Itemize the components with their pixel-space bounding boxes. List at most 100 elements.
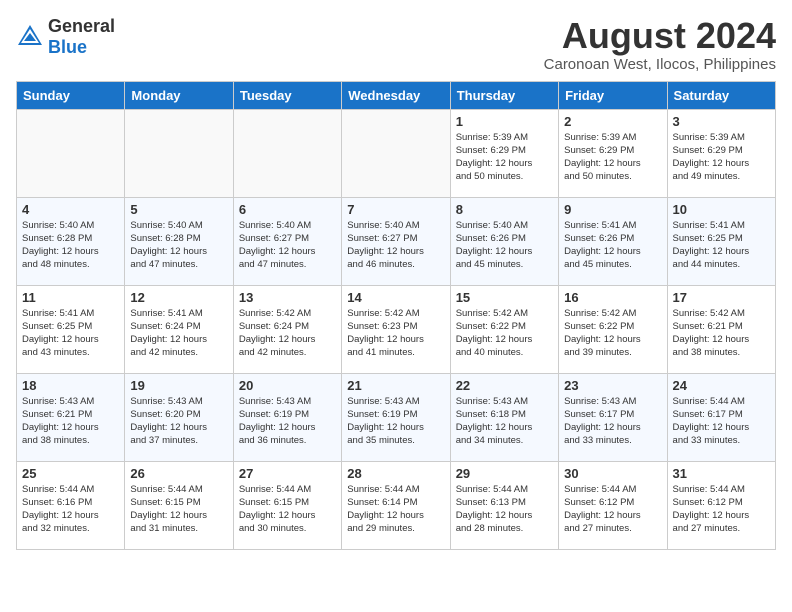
day-info: Sunrise: 5:42 AM Sunset: 6:22 PM Dayligh…: [564, 307, 661, 360]
day-info: Sunrise: 5:44 AM Sunset: 6:14 PM Dayligh…: [347, 483, 444, 536]
day-info: Sunrise: 5:44 AM Sunset: 6:17 PM Dayligh…: [673, 395, 770, 448]
day-info: Sunrise: 5:41 AM Sunset: 6:25 PM Dayligh…: [22, 307, 119, 360]
calendar-table: SundayMondayTuesdayWednesdayThursdayFrid…: [16, 81, 776, 550]
month-year-title: August 2024: [544, 16, 776, 56]
day-number: 15: [456, 290, 553, 305]
calendar-cell: 14 Sunrise: 5:42 AM Sunset: 6:23 PM Dayli…: [342, 285, 450, 373]
calendar-cell: 12 Sunrise: 5:41 AM Sunset: 6:24 PM Dayli…: [125, 285, 233, 373]
day-number: 9: [564, 202, 661, 217]
day-number: 8: [456, 202, 553, 217]
logo-icon: [16, 23, 44, 51]
day-number: 23: [564, 378, 661, 393]
calendar-cell: 18Sunrise: 5:43 AM Sunset: 6:21 PM Dayli…: [17, 373, 125, 461]
day-number: 4: [22, 202, 119, 217]
day-number: 13: [239, 290, 336, 305]
day-info: Sunrise: 5:43 AM Sunset: 6:18 PM Dayligh…: [456, 395, 553, 448]
weekday-header-wednesday: Wednesday: [342, 81, 450, 109]
day-info: Sunrise: 5:40 AM Sunset: 6:26 PM Dayligh…: [456, 219, 553, 272]
day-number: 25: [22, 466, 119, 481]
day-number: 20: [239, 378, 336, 393]
day-number: 12: [130, 290, 227, 305]
calendar-cell: 10 Sunrise: 5:41 AM Sunset: 6:25 PM Dayli…: [667, 197, 775, 285]
day-info: Sunrise: 5:43 AM Sunset: 6:19 PM Dayligh…: [239, 395, 336, 448]
day-number: 6: [239, 202, 336, 217]
day-info: Sunrise: 5:41 AM Sunset: 6:24 PM Dayligh…: [130, 307, 227, 360]
day-info: Sunrise: 5:40 AM Sunset: 6:27 PM Dayligh…: [239, 219, 336, 272]
calendar-cell: 1Sunrise: 5:39 AM Sunset: 6:29 PM Daylig…: [450, 109, 558, 197]
calendar-cell: 30 Sunrise: 5:44 AM Sunset: 6:12 PM Dayli…: [559, 461, 667, 549]
calendar-cell: 28 Sunrise: 5:44 AM Sunset: 6:14 PM Dayli…: [342, 461, 450, 549]
day-info: Sunrise: 5:44 AM Sunset: 6:12 PM Dayligh…: [564, 483, 661, 536]
calendar-header-row: SundayMondayTuesdayWednesdayThursdayFrid…: [17, 81, 776, 109]
calendar-cell: 4 Sunrise: 5:40 AM Sunset: 6:28 PM Daylig…: [17, 197, 125, 285]
calendar-cell: 7 Sunrise: 5:40 AM Sunset: 6:27 PM Daylig…: [342, 197, 450, 285]
calendar-week-row: 25Sunrise: 5:44 AM Sunset: 6:16 PM Dayli…: [17, 461, 776, 549]
weekday-header-monday: Monday: [125, 81, 233, 109]
day-number: 29: [456, 466, 553, 481]
day-info: Sunrise: 5:44 AM Sunset: 6:15 PM Dayligh…: [239, 483, 336, 536]
day-info: Sunrise: 5:44 AM Sunset: 6:12 PM Dayligh…: [673, 483, 770, 536]
day-number: 17: [673, 290, 770, 305]
logo: General Blue: [16, 16, 115, 58]
day-number: 30: [564, 466, 661, 481]
calendar-cell: 23 Sunrise: 5:43 AM Sunset: 6:17 PM Dayli…: [559, 373, 667, 461]
day-info: Sunrise: 5:43 AM Sunset: 6:19 PM Dayligh…: [347, 395, 444, 448]
calendar-cell: 9 Sunrise: 5:41 AM Sunset: 6:26 PM Daylig…: [559, 197, 667, 285]
calendar-week-row: 11 Sunrise: 5:41 AM Sunset: 6:25 PM Dayli…: [17, 285, 776, 373]
day-info: Sunrise: 5:42 AM Sunset: 6:22 PM Dayligh…: [456, 307, 553, 360]
day-number: 11: [22, 290, 119, 305]
calendar-cell: [342, 109, 450, 197]
day-number: 21: [347, 378, 444, 393]
day-info: Sunrise: 5:43 AM Sunset: 6:21 PM Dayligh…: [22, 395, 119, 448]
weekday-header-thursday: Thursday: [450, 81, 558, 109]
day-info: Sunrise: 5:40 AM Sunset: 6:28 PM Dayligh…: [22, 219, 119, 272]
calendar-week-row: 4 Sunrise: 5:40 AM Sunset: 6:28 PM Daylig…: [17, 197, 776, 285]
calendar-cell: 11 Sunrise: 5:41 AM Sunset: 6:25 PM Dayli…: [17, 285, 125, 373]
day-number: 7: [347, 202, 444, 217]
calendar-cell: 24Sunrise: 5:44 AM Sunset: 6:17 PM Dayli…: [667, 373, 775, 461]
title-area: August 2024 Caronoan West, Ilocos, Phili…: [544, 16, 776, 73]
day-info: Sunrise: 5:42 AM Sunset: 6:21 PM Dayligh…: [673, 307, 770, 360]
calendar-cell: 2Sunrise: 5:39 AM Sunset: 6:29 PM Daylig…: [559, 109, 667, 197]
calendar-week-row: 1 Sunrise: 5:39 AM Sunset: 6:29 PM Daylig…: [17, 109, 776, 197]
calendar-cell: 27 Sunrise: 5:44 AM Sunset: 6:15 PM Dayli…: [233, 461, 341, 549]
day-number: 26: [130, 466, 227, 481]
calendar-cell: 17 Sunrise: 5:42 AM Sunset: 6:21 PM Dayli…: [667, 285, 775, 373]
day-number: 14: [347, 290, 444, 305]
day-info: Sunrise: 5:44 AM Sunset: 6:13 PM Dayligh…: [456, 483, 553, 536]
day-info: Sunrise: 5:44 AM Sunset: 6:15 PM Dayligh…: [130, 483, 227, 536]
weekday-header-saturday: Saturday: [667, 81, 775, 109]
calendar-cell: [17, 109, 125, 197]
weekday-header-friday: Friday: [559, 81, 667, 109]
weekday-header-tuesday: Tuesday: [233, 81, 341, 109]
day-info: Sunrise: 5:42 AM Sunset: 6:23 PM Dayligh…: [347, 307, 444, 360]
day-number: 19: [130, 378, 227, 393]
day-number: 31: [673, 466, 770, 481]
calendar-cell: 22Sunrise: 5:43 AM Sunset: 6:18 PM Dayli…: [450, 373, 558, 461]
day-info: Sunrise: 5:42 AM Sunset: 6:24 PM Dayligh…: [239, 307, 336, 360]
logo-text-general: General: [48, 16, 115, 36]
day-number: 16: [564, 290, 661, 305]
calendar-cell: 3Sunrise: 5:39 AM Sunset: 6:29 PM Daylig…: [667, 109, 775, 197]
calendar-body: 1 Sunrise: 5:39 AM Sunset: 6:29 PM Daylig…: [17, 109, 776, 549]
calendar-cell: [233, 109, 341, 197]
calendar-cell: 20 Sunrise: 5:43 AM Sunset: 6:19 PM Dayli…: [233, 373, 341, 461]
day-number: 28: [347, 466, 444, 481]
calendar-cell: 5Sunrise: 5:40 AM Sunset: 6:28 PM Daylig…: [125, 197, 233, 285]
day-number: 27: [239, 466, 336, 481]
day-info: Sunrise: 5:41 AM Sunset: 6:25 PM Dayligh…: [673, 219, 770, 272]
day-info: Sunrise: 5:43 AM Sunset: 6:17 PM Dayligh…: [564, 395, 661, 448]
calendar-cell: 21 Sunrise: 5:43 AM Sunset: 6:19 PM Dayli…: [342, 373, 450, 461]
day-number: 10: [673, 202, 770, 217]
calendar-cell: 19 Sunrise: 5:43 AM Sunset: 6:20 PM Dayli…: [125, 373, 233, 461]
location-subtitle: Caronoan West, Ilocos, Philippines: [544, 56, 776, 73]
day-info: Sunrise: 5:40 AM Sunset: 6:28 PM Dayligh…: [130, 219, 227, 272]
day-info: Sunrise: 5:41 AM Sunset: 6:26 PM Dayligh…: [564, 219, 661, 272]
calendar-cell: 15 Sunrise: 5:42 AM Sunset: 6:22 PM Dayli…: [450, 285, 558, 373]
calendar-cell: 26 Sunrise: 5:44 AM Sunset: 6:15 PM Dayli…: [125, 461, 233, 549]
day-info: Sunrise: 5:40 AM Sunset: 6:27 PM Dayligh…: [347, 219, 444, 272]
day-info: Sunrise: 5:43 AM Sunset: 6:20 PM Dayligh…: [130, 395, 227, 448]
day-number: 1: [456, 114, 553, 129]
calendar-cell: [125, 109, 233, 197]
day-info: Sunrise: 5:39 AM Sunset: 6:29 PM Dayligh…: [673, 131, 770, 184]
